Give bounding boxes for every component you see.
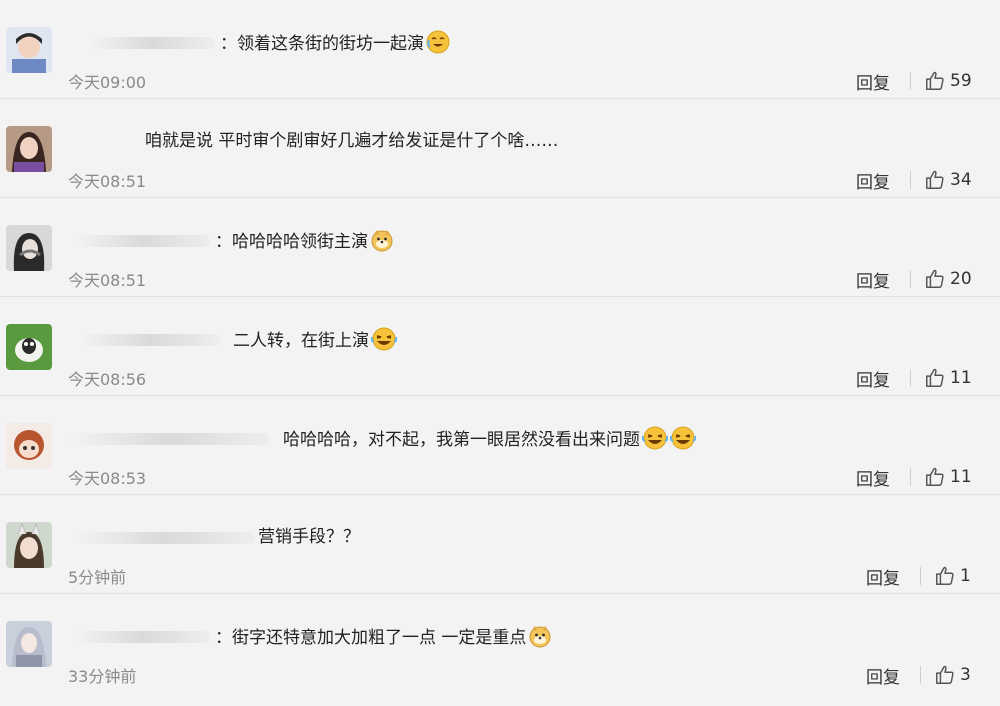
comment-text: 二人转，在街上演 — [233, 327, 398, 358]
laugh-cry-emoji-icon — [370, 327, 398, 358]
comment-text: 营销手段？？ — [258, 525, 360, 549]
comment-body: 领着这条街的街坊一起演 — [237, 34, 424, 54]
timestamp: 今天09:00 — [68, 73, 147, 92]
comment-item: ：街字还特意加大加粗了一点 一定是重点 33分钟前 回复 3 — [0, 594, 1000, 706]
comment-list: ：领着这条街的街坊一起演 今天09:00 回复 59 咱就是说 平时审个剧审好几… — [0, 0, 1000, 706]
divider — [920, 666, 921, 684]
comment-body: 哈哈哈哈领街主演 — [232, 232, 368, 252]
reply-button[interactable]: 回复 — [856, 465, 890, 490]
comment-text: 哈哈哈哈，对不起，我第一眼居然没看出来问题 — [283, 426, 697, 457]
like-count: 1 — [960, 566, 971, 586]
comment-body: 营销手段？？ — [258, 527, 360, 547]
divider — [910, 171, 911, 189]
reply-button[interactable]: 回复 — [856, 366, 890, 391]
cry-laugh-emoji-icon — [426, 30, 450, 61]
avatar[interactable] — [6, 621, 52, 667]
timestamp: 今天08:51 — [68, 172, 147, 191]
divider — [910, 369, 911, 387]
divider — [910, 270, 911, 288]
comment-item: 营销手段？？ 5分钟前 回复 1 — [0, 495, 1000, 594]
like-count: 34 — [950, 170, 972, 190]
comment-item: 咱就是说 平时审个剧审好几遍才给发证是什了个啥…… 今天08:51 回复 34 — [0, 99, 1000, 198]
thumbs-up-icon — [936, 566, 954, 585]
username-redacted — [80, 334, 220, 346]
thumbs-up-icon — [926, 467, 944, 486]
doge-emoji-icon — [528, 624, 552, 655]
avatar[interactable] — [6, 27, 52, 73]
laugh-cry-emoji-icon — [641, 426, 669, 457]
comment-body: 街字还特意加大加粗了一点 一定是重点 — [232, 628, 527, 648]
like-button[interactable]: 59 — [924, 69, 972, 93]
like-button[interactable]: 3 — [934, 663, 971, 687]
avatar[interactable] — [6, 423, 52, 469]
like-count: 20 — [950, 269, 972, 289]
username-redacted — [70, 433, 270, 445]
comment-text: ：领着这条街的街坊一起演 — [220, 30, 450, 61]
timestamp: 今天08:51 — [68, 271, 147, 290]
thumbs-up-icon — [926, 269, 944, 288]
like-button[interactable]: 11 — [924, 366, 972, 390]
comment-body: 二人转，在街上演 — [233, 331, 369, 351]
comment-item: 哈哈哈哈，对不起，我第一眼居然没看出来问题 今天08:53 回复 11 — [0, 396, 1000, 495]
comment-item: 二人转，在街上演 今天08:56 回复 11 — [0, 297, 1000, 396]
thumbs-up-icon — [926, 170, 944, 189]
username-redacted — [75, 631, 210, 643]
timestamp: 今天08:53 — [68, 469, 147, 488]
like-button[interactable]: 1 — [934, 564, 971, 588]
comment-prefix: ： — [220, 34, 237, 54]
reply-button[interactable]: 回复 — [866, 663, 900, 688]
like-count: 3 — [960, 665, 971, 685]
doge-emoji-icon — [370, 228, 394, 259]
comment-item: ：领着这条街的街坊一起演 今天09:00 回复 59 — [0, 0, 1000, 99]
reply-button[interactable]: 回复 — [856, 267, 890, 292]
like-count: 11 — [950, 368, 972, 388]
like-count: 11 — [950, 467, 972, 487]
reply-button[interactable]: 回复 — [866, 564, 900, 589]
comment-text: ：哈哈哈哈领街主演 — [215, 228, 394, 259]
comment-prefix: ： — [215, 232, 232, 252]
divider — [920, 567, 921, 585]
thumbs-up-icon — [936, 665, 954, 684]
username-redacted — [75, 532, 255, 544]
like-button[interactable]: 11 — [924, 465, 972, 489]
reply-button[interactable]: 回复 — [856, 69, 890, 94]
comment-text: ：街字还特意加大加粗了一点 一定是重点 — [215, 624, 552, 655]
username-redacted — [90, 37, 215, 49]
like-button[interactable]: 20 — [924, 267, 972, 291]
comment-prefix: ： — [215, 628, 232, 648]
thumbs-up-icon — [926, 71, 944, 90]
comment-text: 咱就是说 平时审个剧审好几遍才给发证是什了个啥…… — [145, 129, 558, 153]
divider — [910, 468, 911, 486]
comment-body: 哈哈哈哈，对不起，我第一眼居然没看出来问题 — [283, 430, 640, 450]
timestamp: 33分钟前 — [68, 667, 137, 686]
avatar[interactable] — [6, 324, 52, 370]
comment-item: ：哈哈哈哈领街主演 今天08:51 回复 20 — [0, 198, 1000, 297]
thumbs-up-icon — [926, 368, 944, 387]
divider — [910, 72, 911, 90]
avatar[interactable] — [6, 225, 52, 271]
like-button[interactable]: 34 — [924, 168, 972, 192]
comment-body: 咱就是说 平时审个剧审好几遍才给发证是什了个啥…… — [145, 131, 559, 151]
timestamp: 5分钟前 — [68, 568, 127, 587]
avatar[interactable] — [6, 522, 52, 568]
timestamp: 今天08:56 — [68, 370, 147, 389]
like-count: 59 — [950, 71, 972, 91]
laugh-cry-emoji-icon — [669, 426, 697, 457]
avatar[interactable] — [6, 126, 52, 172]
reply-button[interactable]: 回复 — [856, 168, 890, 193]
username-redacted — [75, 235, 210, 247]
